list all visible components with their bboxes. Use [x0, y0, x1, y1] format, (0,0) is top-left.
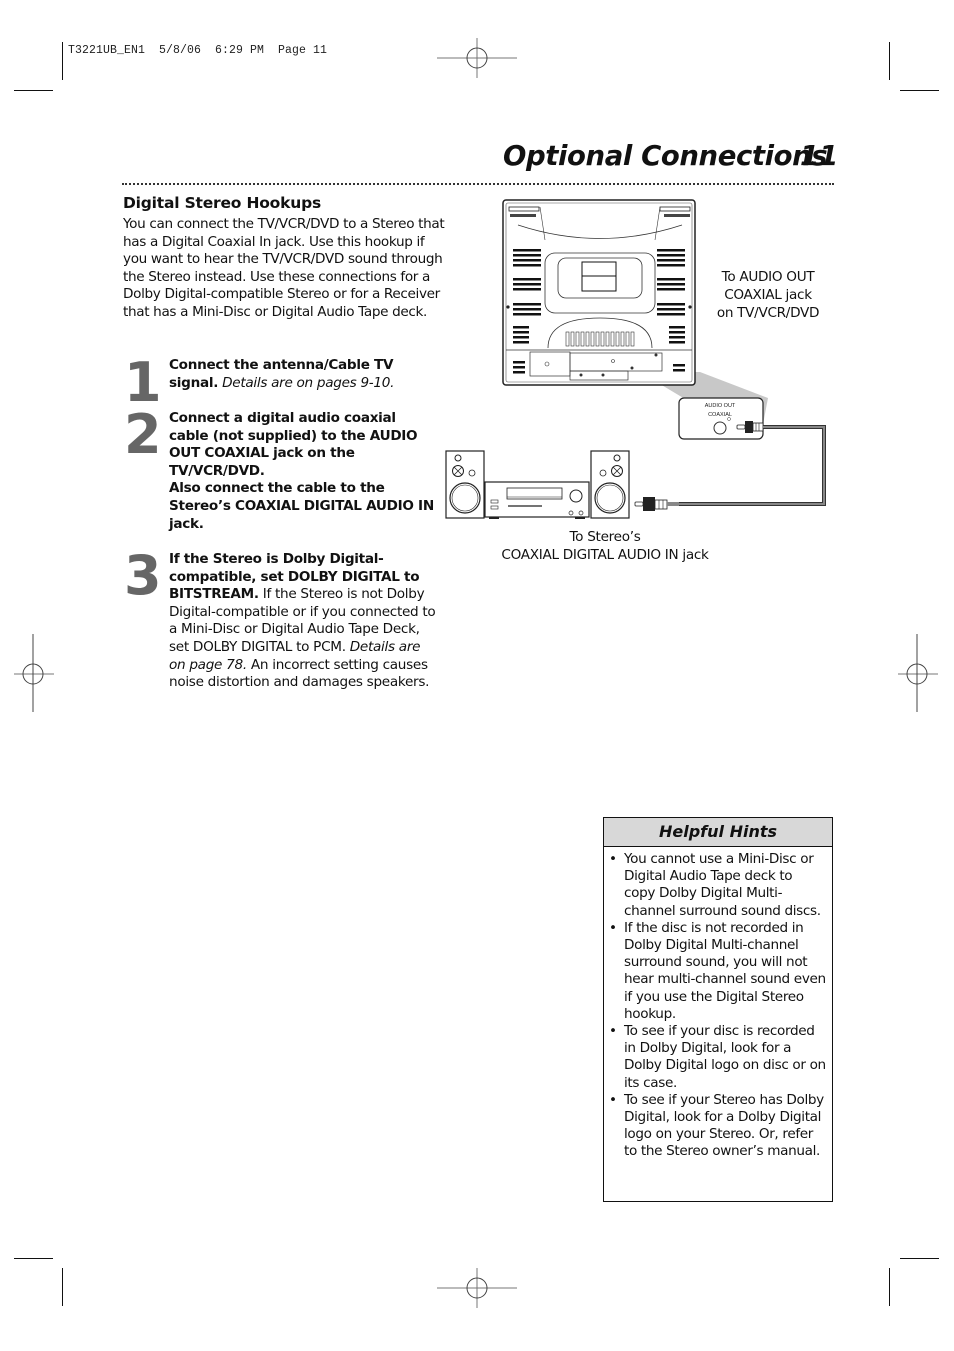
print-slug: T3221UB_EN1 5/8/06 6:29 PM Page 11 [68, 44, 328, 57]
bullet-icon: • [609, 919, 617, 936]
step-3-text: If the Stereo is Dolby Digital-compatibl… [169, 551, 439, 692]
crop-mark [14, 1258, 53, 1259]
step-reference: Details are on pages 9-10. [222, 374, 395, 391]
page-title: Optional Connections [503, 140, 828, 172]
step-number: 3 [124, 544, 162, 607]
step-2-text: Connect a digital audio coaxial cable (n… [169, 410, 439, 533]
tv-back-panel-icon [502, 199, 696, 386]
step-number: 2 [124, 403, 162, 466]
hints-title: Helpful Hints [604, 818, 832, 847]
stereo-system-icon [445, 450, 630, 519]
registration-mark-icon [437, 38, 517, 78]
step-number: 1 [124, 351, 162, 414]
intro-paragraph: You can connect the TV/VCR/DVD to a Ster… [123, 216, 445, 320]
registration-mark-icon [437, 1268, 517, 1308]
crop-mark [889, 1268, 890, 1306]
crop-mark [14, 90, 53, 91]
registration-mark-icon [898, 634, 938, 712]
step-instruction: Connect a digital audio coaxial cable (n… [169, 410, 418, 479]
crop-mark [889, 42, 890, 80]
section-heading: Digital Stereo Hookups [123, 194, 321, 212]
hint-text: You cannot use a Mini-Disc or Digital Au… [624, 851, 821, 919]
stereo-jack-caption: To Stereo’s COAXIAL DIGITAL AUDIO IN jac… [470, 528, 740, 564]
crop-mark [62, 1268, 63, 1306]
jack-label: AUDIO OUT [705, 403, 736, 409]
divider [122, 183, 834, 185]
caption-line: COAXIAL DIGITAL AUDIO IN jack [501, 547, 709, 563]
bullet-icon: • [609, 1091, 617, 1108]
bullet-icon: • [609, 851, 617, 867]
hint-item: • You cannot use a Mini-Disc or Digital A… [609, 851, 826, 920]
crop-mark [900, 1258, 939, 1259]
connection-diagram: AUDIO OUT COAXIAL [445, 199, 826, 519]
registration-mark-icon [14, 634, 54, 712]
page-number: 11 [800, 140, 839, 172]
hint-item: • To see if your disc is recorded in Dolb… [609, 1023, 826, 1092]
caption-line: on TV/VCR/DVD [716, 305, 820, 321]
caption-line: COAXIAL jack [724, 287, 812, 303]
step-instruction: Also connect the cable to the Stereo’s C… [169, 480, 434, 532]
caption-line: To Stereo’s [569, 529, 641, 545]
bullet-icon: • [609, 1023, 617, 1040]
hint-item: • If the disc is not recorded in Dolby Di… [609, 919, 826, 1023]
hint-text: If the disc is not recorded in Dolby Dig… [624, 919, 826, 1022]
hint-text: To see if your Stereo has Dolby Digital,… [624, 1091, 824, 1160]
coaxial-plug-icon [634, 497, 679, 511]
caption-line: To AUDIO OUT [721, 269, 815, 285]
step-1-text: Connect the antenna/Cable TV signal. Det… [169, 357, 439, 392]
crop-mark [62, 42, 63, 80]
hints-list: • You cannot use a Mini-Disc or Digital A… [604, 847, 832, 1161]
helpful-hints-box: Helpful Hints • You cannot use a Mini-Dis… [603, 817, 833, 1202]
jack-label: COAXIAL [708, 412, 732, 418]
tv-jack-caption: To AUDIO OUT COAXIAL jack on TV/VCR/DVD [706, 268, 830, 322]
crop-mark [900, 90, 939, 91]
hint-item: • To see if your Stereo has Dolby Digital… [609, 1091, 826, 1161]
hint-text: To see if your disc is recorded in Dolby… [624, 1023, 826, 1091]
